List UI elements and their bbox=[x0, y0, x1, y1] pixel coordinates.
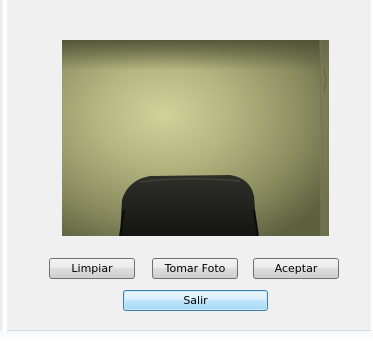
webcam-preview-image bbox=[62, 40, 329, 236]
window-left-border bbox=[0, 0, 3, 341]
exit-button[interactable]: Salir bbox=[123, 290, 268, 311]
take-photo-button[interactable]: Tomar Foto bbox=[152, 258, 238, 279]
photo-capture-window: Limpiar Tomar Foto Aceptar Salir bbox=[0, 0, 373, 341]
window-bottom-border bbox=[0, 331, 373, 341]
accept-button[interactable]: Aceptar bbox=[253, 258, 339, 279]
webcam-preview bbox=[62, 40, 329, 236]
clear-button[interactable]: Limpiar bbox=[49, 258, 135, 279]
dialog-client-area: Limpiar Tomar Foto Aceptar Salir bbox=[7, 0, 371, 331]
